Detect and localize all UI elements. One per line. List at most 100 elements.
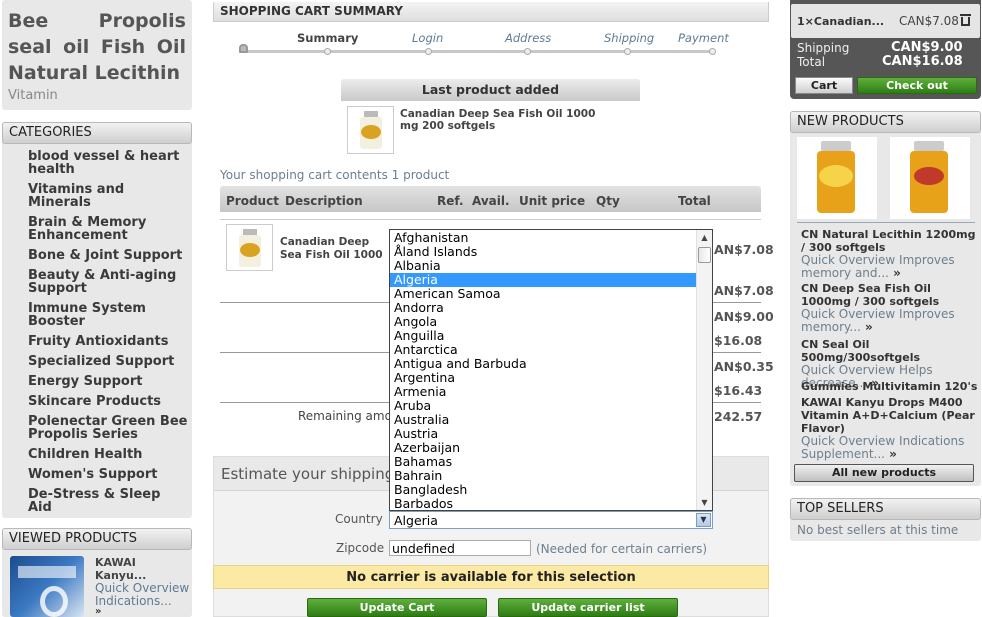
scroll-up-icon[interactable]: ▲ [697, 230, 712, 245]
country-select[interactable]: Algeria ▼ [389, 511, 713, 529]
col-avail: Avail. [472, 194, 510, 208]
country-label: Country [335, 512, 383, 526]
step-payment: Payment [678, 31, 729, 45]
top-sellers-text: No best sellers at this time [797, 523, 959, 537]
category-link[interactable]: Vitamins and Minerals [28, 183, 188, 209]
viewed-product-image[interactable] [10, 556, 84, 617]
new-product-name[interactable]: Gummies Multivitamin 120's [801, 380, 977, 393]
country-option[interactable]: Argentina [390, 371, 697, 385]
country-option[interactable]: Armenia [390, 385, 697, 399]
category-link[interactable]: Skincare Products [28, 395, 188, 408]
update-cart-button[interactable]: Update Cart [307, 598, 487, 617]
page-title: SHOPPING CART SUMMARY [220, 4, 403, 18]
country-option[interactable]: Bangladesh [390, 483, 697, 497]
category-link[interactable]: Specialized Support [28, 355, 188, 368]
no-carrier-notice: No carrier is available for this selecti… [213, 565, 769, 589]
country-option[interactable]: Anguilla [390, 329, 697, 343]
more-arrow-icon[interactable]: » [95, 606, 101, 617]
country-option[interactable]: Algeria [390, 273, 697, 287]
update-carrier-list-button[interactable]: Update carrier list [498, 598, 678, 617]
row-product-name[interactable]: Canadian Deep Sea Fish Oil 1000 mg 200 s… [280, 236, 388, 262]
category-link[interactable]: Women's Support [28, 468, 188, 481]
country-option[interactable]: Barbados [390, 497, 697, 511]
country-option[interactable]: Bahrain [390, 469, 697, 483]
all-new-products-button[interactable]: All new products [794, 464, 974, 482]
new-product-image-2[interactable] [890, 137, 970, 219]
country-option[interactable]: Åland Islands [390, 245, 697, 259]
product-title-box: Bee Propolis seal oil Fish Oil Natural L… [2, 0, 192, 110]
category-link[interactable]: Fruity Antioxidants [28, 335, 188, 348]
estimate-title: Estimate your shipping [221, 465, 395, 483]
category-link[interactable]: blood vessel & heart health [28, 150, 188, 176]
categories-header: CATEGORIES [2, 122, 192, 144]
new-product-name[interactable]: KAWAI Kanyu Drops M400 Vitamin A+D+Calci… [801, 396, 975, 435]
country-option[interactable]: Azerbaijan [390, 441, 697, 455]
viewed-product-name[interactable]: KAWAI Kanyu... [95, 556, 185, 582]
last-product-label: Last product added [421, 82, 560, 97]
viewed-products-header: VIEWED PRODUCTS [2, 528, 192, 550]
zipcode-value: undefined [392, 541, 455, 556]
col-ref: Ref. [437, 194, 464, 208]
step-summary[interactable]: Summary [297, 31, 358, 45]
product-title: Bee Propolis seal oil Fish Oil Natural L… [8, 10, 186, 84]
last-product-name[interactable]: Canadian Deep Sea Fish Oil 1000 mg 200 s… [400, 108, 615, 132]
new-product-name[interactable]: CN Seal Oil 500mg/300softgels [801, 338, 920, 364]
new-product-item: KAWAI Kanyu Drops M400 Vitamin A+D+Calci… [801, 396, 979, 461]
category-link[interactable]: Children Health [28, 448, 188, 461]
lock-icon [239, 44, 248, 53]
cart-contents-text: Your shopping cart contents 1 product [220, 168, 450, 182]
col-qty: Qty [596, 194, 620, 208]
viewed-product-desc: Quick Overview Indications... [95, 581, 190, 608]
country-option[interactable]: Austria [390, 427, 697, 441]
zipcode-label: Zipcode [336, 541, 385, 555]
trash-icon[interactable] [960, 13, 971, 26]
last-product-image[interactable] [347, 106, 394, 154]
country-dropdown-list[interactable]: Afghanistan Åland Islands Albania Algeria Am… [389, 229, 713, 511]
mini-total-value: CAN$16.08 [882, 54, 963, 69]
category-link[interactable]: Brain & Memory Enhancement [28, 216, 188, 242]
country-options: Afghanistan Åland Islands Albania Algeria Am… [390, 231, 697, 511]
category-link[interactable]: Bone & Joint Support [28, 249, 188, 262]
row-product-image[interactable] [226, 224, 273, 271]
country-option[interactable]: Australia [390, 413, 697, 427]
more-arrow-icon[interactable]: » [861, 320, 873, 334]
mini-cart-item-price: CAN$7.08 [899, 14, 959, 28]
checkout-button[interactable]: Check out [857, 77, 977, 94]
country-option[interactable]: Angola [390, 315, 697, 329]
more-arrow-icon[interactable]: » [885, 447, 897, 461]
more-arrow-icon[interactable]: » [889, 266, 901, 280]
chevron-down-icon[interactable]: ▼ [696, 513, 711, 527]
mini-shipping-value: CAN$9.00 [891, 40, 963, 55]
new-product-item: CN Deep Sea Fish Oil 1000mg / 300 softge… [801, 282, 979, 334]
category-link[interactable]: De-Stress & Sleep Aid [28, 488, 188, 514]
country-option[interactable]: American Samoa [390, 287, 697, 301]
new-product-item: Gummies Multivitamin 120's [801, 380, 979, 393]
zipcode-note: (Needed for certain carriers) [536, 542, 708, 556]
mini-cart-item-name[interactable]: 1×Canadian... [797, 15, 884, 28]
cart-button[interactable]: Cart [795, 77, 853, 94]
new-product-name[interactable]: CN Natural Lecithin 1200mg / 300 softgel… [801, 228, 976, 254]
category-link[interactable]: Beauty & Anti-aging Support [28, 269, 188, 295]
dropdown-scrollbar[interactable]: ▲ ▼ [696, 230, 712, 510]
total-value: $16.08 [714, 333, 763, 348]
country-option[interactable]: Antarctica [390, 343, 697, 357]
new-product-name[interactable]: CN Deep Sea Fish Oil 1000mg / 300 softge… [801, 282, 939, 308]
country-option[interactable]: Albania [390, 259, 697, 273]
country-option[interactable]: Afghanistan [390, 231, 697, 245]
country-option[interactable]: Andorra [390, 301, 697, 315]
category-link[interactable]: Immune System Booster [28, 302, 188, 328]
scrollbar-thumb[interactable] [698, 247, 711, 263]
scroll-down-icon[interactable]: ▼ [697, 495, 712, 510]
country-option[interactable]: Antigua and Barbuda [390, 357, 697, 371]
new-product-desc: Quick Overview Improves memory... [801, 307, 955, 334]
col-unit-price: Unit price [519, 194, 586, 208]
category-link[interactable]: Polenectar Green Bee Propolis Series [28, 415, 188, 441]
country-option[interactable]: Aruba [390, 399, 697, 413]
category-link[interactable]: Energy Support [28, 375, 188, 388]
total-shipping-value: AN$9.00 [714, 309, 774, 324]
step-address: Address [505, 31, 552, 45]
zipcode-input[interactable]: undefined [389, 540, 531, 556]
new-products-header: NEW PRODUCTS [790, 111, 981, 133]
country-option[interactable]: Bahamas [390, 455, 697, 469]
new-product-image-1[interactable] [797, 137, 877, 219]
